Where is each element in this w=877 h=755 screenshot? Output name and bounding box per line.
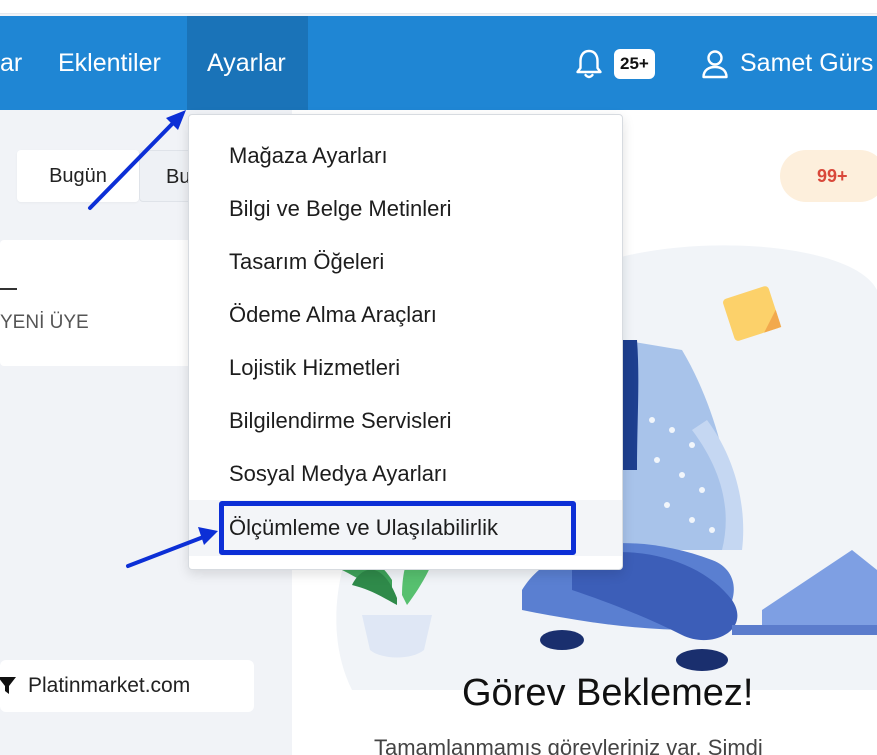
- store-selector[interactable]: Platinmarket.com: [0, 660, 254, 712]
- browser-top-strip: [0, 0, 877, 14]
- user-name[interactable]: Samet Gürs: [740, 16, 873, 110]
- menu-item-sosyal-medya-ayarlari[interactable]: Sosyal Medya Ayarları: [189, 447, 622, 500]
- menu-item-lojistik-hizmetleri[interactable]: Lojistik Hizmetleri: [189, 341, 622, 394]
- filter-icon: [0, 677, 16, 694]
- task-count-badge[interactable]: 99+: [780, 150, 877, 202]
- empty-state-title: Görev Beklemez!: [462, 672, 754, 714]
- menu-item-odeme-alma-araclari[interactable]: Ödeme Alma Araçları: [189, 288, 622, 341]
- date-filter-today-button[interactable]: Bugün: [17, 150, 139, 202]
- notification-count-badge[interactable]: 25+: [614, 49, 655, 79]
- top-navbar: ar Eklentiler Ayarlar 25+ Samet Gürs: [0, 16, 877, 110]
- menu-item-bilgi-ve-belge-metinleri[interactable]: Bilgi ve Belge Metinleri: [189, 182, 622, 235]
- nav-item-eklentiler[interactable]: Eklentiler: [38, 16, 181, 110]
- menu-item-bilgilendirme-servisleri[interactable]: Bilgilendirme Servisleri: [189, 394, 622, 447]
- menu-item-magaza-ayarlari[interactable]: Mağaza Ayarları: [189, 129, 622, 182]
- stat-card-label: YENİ ÜYE: [0, 312, 89, 333]
- empty-state-subtitle: Tamamlanmamış görevleriniz var. Şimdi: [374, 735, 763, 755]
- menu-item-tasarim-ogeleri[interactable]: Tasarım Öğeleri: [189, 235, 622, 288]
- bell-icon[interactable]: [574, 48, 604, 80]
- nav-item-ayarlar[interactable]: Ayarlar: [187, 16, 308, 110]
- store-name: Platinmarket.com: [28, 674, 191, 697]
- stat-value-dash: [0, 288, 17, 290]
- user-icon[interactable]: [700, 48, 730, 80]
- annotation-highlight-box: [219, 501, 576, 555]
- nav-item-partial[interactable]: ar: [0, 16, 42, 110]
